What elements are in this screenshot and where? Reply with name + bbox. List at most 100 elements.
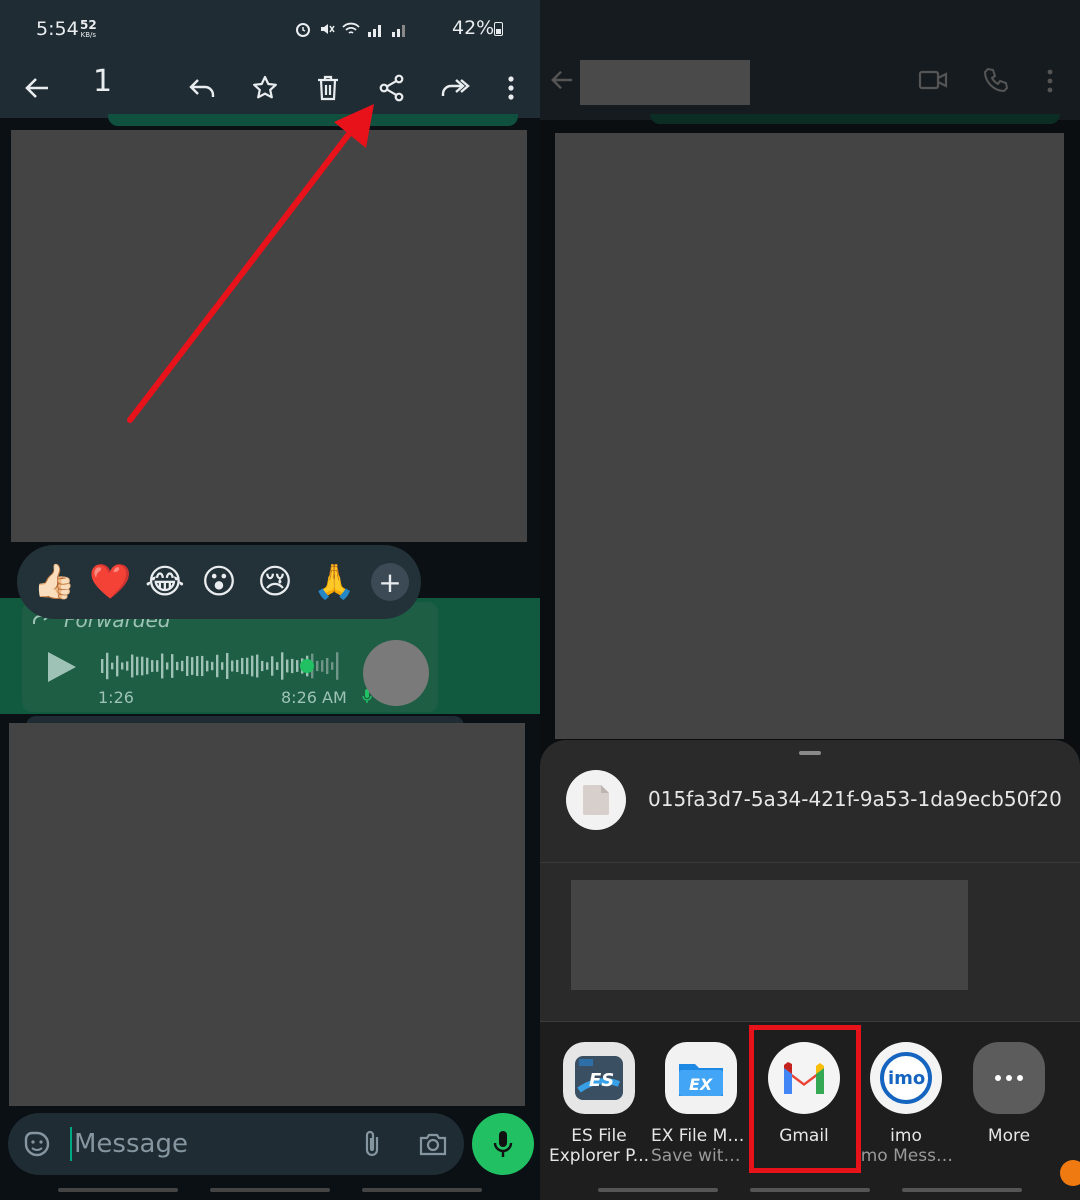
shared-file-name: 015fa3d7-5a34-421f-9a53-1da9ecb50f20 xyxy=(648,787,1062,811)
svg-text:imo: imo xyxy=(888,1068,925,1089)
waveform-bar xyxy=(231,660,234,672)
share-target-es-file-explorer[interactable]: ES ES File Explorer P... xyxy=(549,1042,649,1166)
waveform-bar xyxy=(271,656,274,676)
more-dots xyxy=(995,1075,1023,1081)
ex-file-manager-icon: EX xyxy=(665,1042,737,1114)
waveform-bar xyxy=(176,661,179,671)
microphone-icon xyxy=(493,1131,513,1157)
waveform-bar xyxy=(191,657,194,675)
reaction-surprised[interactable]: 😮 xyxy=(201,565,237,599)
overflow-menu-button[interactable] xyxy=(489,66,533,110)
delete-button[interactable] xyxy=(306,66,350,110)
imo-icon: imo xyxy=(870,1042,942,1114)
alarm-icon xyxy=(296,23,310,37)
waveform-bar xyxy=(211,661,214,671)
waveform-bar xyxy=(206,660,209,672)
message-input[interactable]: Message xyxy=(70,1127,340,1161)
video-call-icon xyxy=(918,70,948,90)
voice-record-button[interactable] xyxy=(472,1113,534,1175)
battery-icon xyxy=(494,22,503,36)
signal-lte2-icon xyxy=(392,25,405,37)
waveform-bar xyxy=(166,662,169,670)
waveform-bar xyxy=(281,652,284,680)
camera-icon[interactable] xyxy=(418,1129,448,1159)
waveform-bar xyxy=(226,652,229,680)
back-button[interactable] xyxy=(15,66,59,110)
waveform-bar xyxy=(186,656,189,676)
waveform-bar xyxy=(336,652,339,680)
waveform-bar xyxy=(146,657,149,675)
nav-back[interactable] xyxy=(362,1188,482,1192)
redacted-direct-share-targets[interactable] xyxy=(571,880,968,990)
nav-home[interactable] xyxy=(750,1188,870,1192)
waveform-bar xyxy=(321,660,324,672)
svg-text:ES: ES xyxy=(589,1070,614,1091)
wifi-icon xyxy=(342,22,360,34)
waveform-bar xyxy=(181,660,184,672)
play-icon[interactable] xyxy=(48,652,76,682)
app-subtitle: Save with ... xyxy=(651,1146,751,1166)
waveform-bar xyxy=(296,660,299,672)
sheet-divider xyxy=(540,862,1080,863)
more-reactions-button[interactable]: + xyxy=(371,563,409,601)
reaction-picker: 👍🏻 ❤️ 😂 😮 😢 🙏 + xyxy=(17,545,421,619)
share-button[interactable] xyxy=(370,66,414,110)
waveform-bar xyxy=(266,662,269,670)
waveform-bar xyxy=(216,654,219,678)
nav-home[interactable] xyxy=(210,1188,330,1192)
floating-app-badge[interactable] xyxy=(1060,1160,1080,1186)
playback-scrubber[interactable] xyxy=(300,659,314,673)
more-icon xyxy=(973,1042,1045,1114)
sticker-icon[interactable] xyxy=(22,1129,52,1159)
app-name: imo xyxy=(890,1126,922,1146)
audio-waveform[interactable] xyxy=(101,646,341,686)
waveform-bar xyxy=(251,655,254,677)
reply-icon xyxy=(189,79,215,97)
dimmed-chat-header xyxy=(540,0,1080,120)
star-button[interactable] xyxy=(243,66,287,110)
ex-logo: EX xyxy=(679,1064,723,1096)
previous-message-edge xyxy=(108,114,518,126)
status-icons xyxy=(294,20,408,38)
app-subtitle: Explorer P... xyxy=(549,1146,649,1166)
selection-action-bar xyxy=(0,58,540,118)
waveform-bar xyxy=(331,662,334,670)
reaction-thumbs-up[interactable]: 👍🏻 xyxy=(33,565,75,599)
arrow-left-icon xyxy=(25,78,48,98)
waveform-bar xyxy=(196,656,199,676)
sheet-drag-handle[interactable] xyxy=(799,751,821,755)
waveform-bar xyxy=(291,658,294,674)
sender-avatar[interactable] xyxy=(363,640,429,706)
status-bar: 5:54 52 KB/s 42% xyxy=(0,0,540,58)
waveform-bar xyxy=(256,654,259,678)
share-sheet: 015fa3d7-5a34-421f-9a53-1da9ecb50f20 ES … xyxy=(540,740,1080,1200)
battery-percent: 42% xyxy=(452,17,495,39)
reaction-crying[interactable]: 😢 xyxy=(257,565,293,599)
app-name: More xyxy=(987,1126,1031,1146)
waveform-bar xyxy=(126,661,129,671)
message-composer: Message xyxy=(8,1113,464,1175)
waveform-bar xyxy=(261,660,264,672)
share-icon xyxy=(379,74,404,102)
attach-icon[interactable] xyxy=(358,1129,388,1159)
waveform-bar xyxy=(141,656,144,676)
share-target-more[interactable]: More xyxy=(959,1042,1059,1146)
share-target-ex-file-manager[interactable]: EX EX File Ma... Save with ... xyxy=(651,1042,751,1166)
forward-button[interactable] xyxy=(433,66,477,110)
waveform-bar xyxy=(151,660,154,672)
reaction-laughing[interactable]: 😂 xyxy=(145,565,185,599)
reply-button[interactable] xyxy=(180,66,224,110)
redacted-message-block[interactable] xyxy=(9,723,525,1106)
app-name: EX File Ma... xyxy=(651,1126,751,1146)
arrow-left-icon xyxy=(551,70,573,90)
reaction-pray[interactable]: 🙏 xyxy=(313,565,355,599)
trash-icon xyxy=(318,75,338,101)
voice-call-icon xyxy=(983,67,1009,93)
waveform-bar xyxy=(101,659,104,673)
nav-recents[interactable] xyxy=(58,1188,178,1192)
redacted-image-message[interactable] xyxy=(11,130,527,542)
nav-back[interactable] xyxy=(902,1188,1022,1192)
share-target-imo[interactable]: imo imo imo Messe... xyxy=(856,1042,956,1166)
reaction-heart[interactable]: ❤️ xyxy=(89,565,131,599)
nav-recents[interactable] xyxy=(598,1188,718,1192)
